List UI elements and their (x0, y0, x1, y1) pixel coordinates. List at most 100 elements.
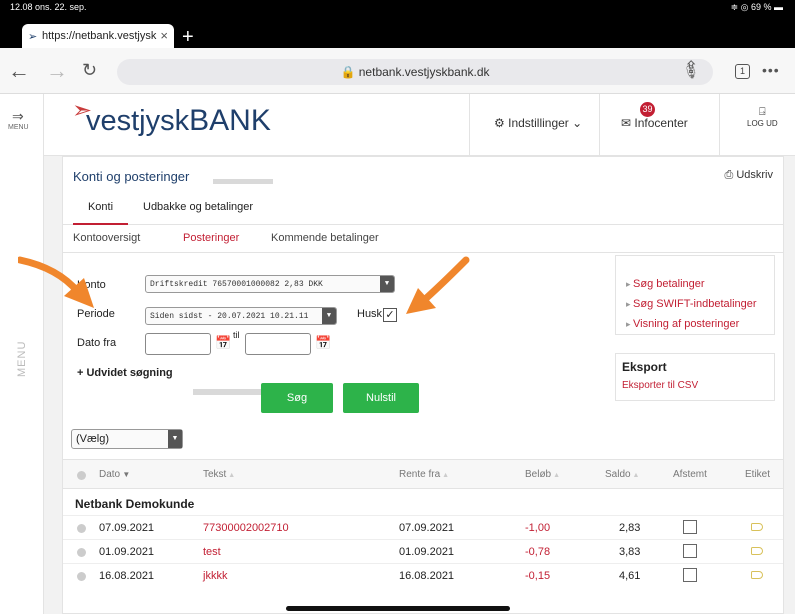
konto-value: Driftskredit 76570001000082 2,83 DKK (150, 280, 323, 289)
table-row[interactable]: 16.08.2021 jkkkk 16.08.2021 -0,15 4,61 (63, 563, 783, 587)
calendar-icon[interactable]: 📅 (215, 335, 231, 351)
tab-count-button[interactable]: 1 (735, 64, 750, 79)
redaction-bar (193, 389, 263, 395)
calendar-icon[interactable]: 📅 (315, 335, 331, 351)
afstemt-checkbox[interactable] (683, 520, 697, 534)
row-radio[interactable] (77, 572, 86, 581)
reload-icon[interactable]: ↻ (82, 60, 97, 81)
dropdown-caret-icon: ▼ (168, 430, 182, 448)
back-icon[interactable]: ← (8, 58, 30, 84)
row-radio[interactable] (77, 548, 86, 557)
subtab-kontooversigt[interactable]: Kontooversigt (73, 232, 140, 244)
row-tekst[interactable]: 77300002002710 (203, 522, 289, 534)
reset-button[interactable]: Nulstil (343, 383, 419, 413)
bulk-action-select[interactable]: (Vælg) ▼ (71, 429, 183, 449)
subtab-kommende[interactable]: Kommende betalinger (271, 232, 379, 244)
row-dato: 16.08.2021 (99, 570, 155, 582)
afstemt-checkbox[interactable] (683, 568, 697, 582)
link-view-postings[interactable]: Visning af posteringer (626, 318, 739, 330)
home-indicator (286, 606, 510, 611)
table-header: Dato Tekst Rente fra Beløb Saldo Afstemt… (63, 459, 783, 489)
row-radio[interactable] (77, 524, 86, 533)
row-rente-fra: 01.09.2021 (399, 546, 455, 558)
infocenter-link[interactable]: ✉ Infocenter (621, 116, 688, 130)
konto-select[interactable]: Driftskredit 76570001000082 2,83 DKK ▼ (145, 275, 395, 293)
more-icon[interactable]: ••• (762, 62, 780, 78)
husk-checkbox[interactable]: ✓ (383, 308, 397, 322)
search-button[interactable]: Søg (261, 383, 333, 413)
forward-icon[interactable]: → (46, 58, 68, 84)
date-from-input[interactable] (145, 333, 211, 355)
redaction-bar (213, 179, 273, 184)
browser-tab[interactable]: ➢ https://netbank.vestjysk × (22, 24, 174, 48)
export-heading: Eksport (622, 360, 667, 374)
close-tab-icon[interactable]: × (160, 28, 168, 43)
periode-value: Siden sidst - 20.07.2021 10.21.11 (150, 312, 309, 321)
printer-icon: ⎙ (724, 169, 734, 181)
link-search-swift[interactable]: Søg SWIFT-indbetalinger (626, 298, 757, 310)
row-tekst[interactable]: test (203, 546, 221, 558)
tag-icon[interactable] (751, 571, 763, 579)
export-csv-link[interactable]: Eksporter til CSV (622, 380, 698, 391)
settings-menu[interactable]: ⚙ Indstillinger ⌄ (494, 116, 582, 130)
logout-icon: ⍈ (759, 106, 766, 118)
battery-indicator: ≑ ◎ 69 % ▬ (730, 2, 783, 12)
row-beloeb: -0,15 (525, 570, 551, 582)
annotation-arrow-right (406, 256, 470, 314)
col-saldo[interactable]: Saldo (605, 469, 639, 480)
row-saldo: 2,83 (619, 522, 641, 534)
new-tab-icon[interactable]: + (182, 26, 194, 49)
col-afstemt: Afstemt (673, 469, 707, 480)
bank-header: ➣ vestjyskBANK ⚙ Indstillinger ⌄ ✉ Infoc… (44, 94, 795, 156)
date-to-input[interactable] (245, 333, 311, 355)
divider (719, 94, 720, 156)
status-time: 12.08 ons. 22. sep. (10, 2, 87, 12)
address-bar[interactable]: 🔒 netbank.vestjyskbank.dk 🎙 (117, 59, 713, 85)
periode-select[interactable]: Siden sidst - 20.07.2021 10.21.11 ▼ (145, 307, 337, 325)
search-links-box: Søg betalinger Søg SWIFT-indbetalinger V… (615, 255, 775, 335)
divider (599, 94, 600, 156)
menu-icon[interactable]: ⇒ (12, 108, 24, 125)
url-text: 🔒 netbank.vestjyskbank.dk (340, 65, 490, 79)
tab-udbakke[interactable]: Udbakke og betalinger (143, 201, 253, 213)
export-box: Eksport Eksporter til CSV (615, 353, 775, 401)
notification-badge: 39 (640, 102, 655, 117)
col-dato[interactable]: Dato (99, 469, 130, 480)
logout-label: LOG UD (747, 119, 778, 128)
browser-tab-strip: ➢ https://netbank.vestjysk × + (0, 14, 795, 48)
browser-tab-title: https://netbank.vestjysk (42, 30, 157, 42)
share-icon[interactable]: ⇪ (684, 58, 698, 78)
select-all-radio[interactable] (77, 471, 86, 480)
accounts-panel: Konti og posteringer ⎙ Udskriv Konti Udb… (62, 156, 784, 614)
afstemt-checkbox[interactable] (683, 544, 697, 558)
print-button[interactable]: ⎙ Udskriv (724, 169, 773, 182)
annotation-arrow-left (18, 256, 94, 308)
table-row[interactable]: 07.09.2021 77300002002710 07.09.2021 -1,… (63, 515, 783, 539)
row-saldo: 4,61 (619, 570, 641, 582)
envelope-icon: ✉ (621, 116, 632, 130)
row-dato: 01.09.2021 (99, 546, 155, 558)
dropdown-caret-icon: ▼ (380, 276, 394, 292)
col-rente-fra[interactable]: Rente fra (399, 469, 449, 480)
logo-text: vestjysk (86, 105, 190, 137)
row-beloeb: -1,00 (525, 522, 551, 534)
row-tekst[interactable]: jkkkk (203, 570, 227, 582)
logo-bank-text: BANK (189, 104, 271, 137)
menu-label[interactable]: MENU (8, 124, 29, 131)
tag-icon[interactable] (751, 547, 763, 555)
tab-konti[interactable]: Konti (73, 191, 128, 225)
row-rente-fra: 07.09.2021 (399, 522, 455, 534)
tag-icon[interactable] (751, 523, 763, 531)
menu-vertical-label[interactable]: MENU (16, 341, 28, 377)
table-row[interactable]: 01.09.2021 test 01.09.2021 -0,78 3,83 (63, 539, 783, 563)
logout-button[interactable]: ⍈ LOG UD (747, 106, 778, 128)
col-tekst[interactable]: Tekst (203, 469, 235, 480)
subtab-posteringer[interactable]: Posteringer (183, 232, 239, 244)
link-search-payments[interactable]: Søg betalinger (626, 278, 705, 290)
advanced-search-toggle[interactable]: + Udvidet søgning (77, 367, 173, 379)
row-dato: 07.09.2021 (99, 522, 155, 534)
row-rente-fra: 16.08.2021 (399, 570, 455, 582)
print-label: Udskriv (736, 169, 773, 181)
col-beloeb[interactable]: Beløb (525, 469, 560, 480)
side-menu: ⇒ MENU MENU (0, 94, 44, 614)
